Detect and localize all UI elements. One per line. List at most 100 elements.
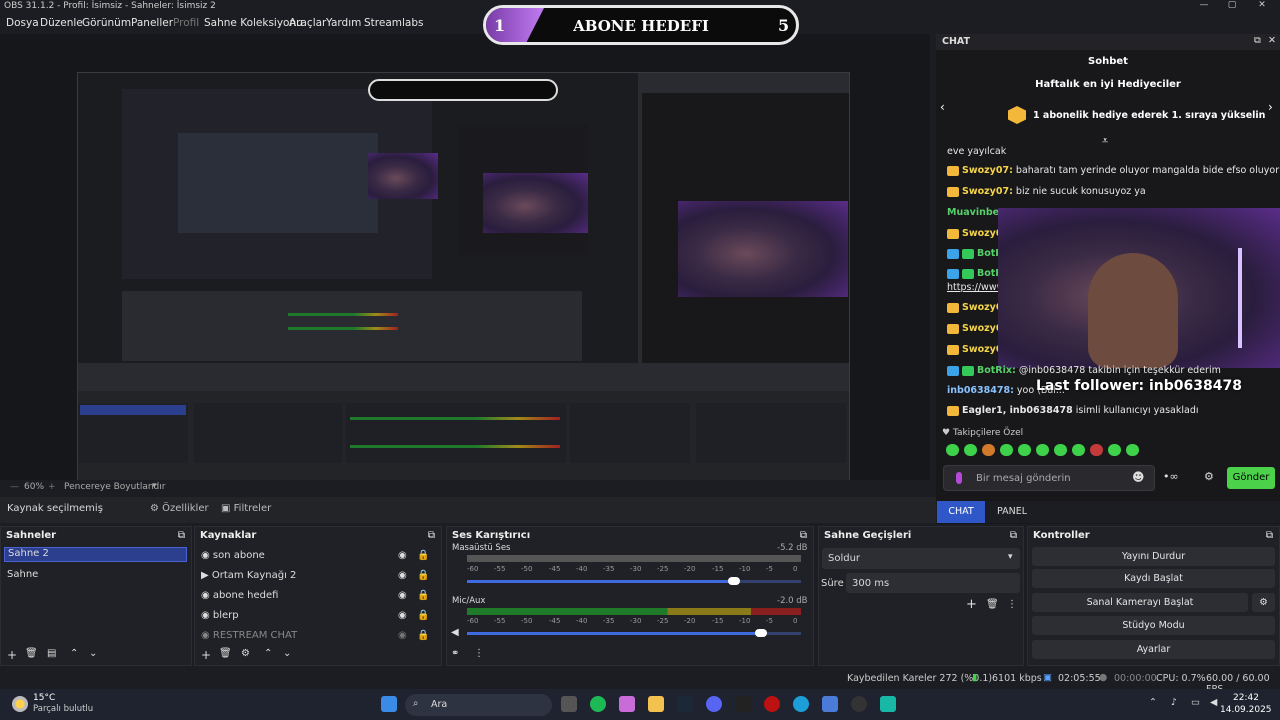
- opera-icon[interactable]: [764, 696, 780, 712]
- down-arrow-icon[interactable]: ⌄: [283, 648, 291, 659]
- lock-icon[interactable]: 🔒: [417, 570, 429, 581]
- stop-stream-button[interactable]: Yayını Durdur: [1032, 547, 1275, 566]
- menu-docks[interactable]: Paneller: [131, 17, 173, 29]
- lock-icon[interactable]: 🔒: [417, 610, 429, 621]
- app-icon[interactable]: [880, 696, 896, 712]
- eye-icon[interactable]: ◉: [398, 610, 407, 621]
- studio-mode-button[interactable]: Stüdyo Modu: [1032, 616, 1275, 635]
- eye-icon[interactable]: ◉: [398, 590, 407, 601]
- scene-item-sahne[interactable]: Sahne: [7, 569, 38, 580]
- link-icon[interactable]: ⚭: [451, 648, 459, 659]
- down-arrow-icon[interactable]: ⌄: [89, 648, 97, 659]
- eye-icon[interactable]: ◉: [398, 550, 407, 561]
- undock-icon[interactable]: ⧉: [178, 530, 185, 541]
- mic-icon[interactable]: ♪: [1171, 697, 1177, 708]
- points-icon[interactable]: •∞: [1163, 470, 1179, 483]
- tab-panel[interactable]: PANEL: [990, 501, 1034, 523]
- up-arrow-icon[interactable]: ⌃: [264, 648, 272, 659]
- discord-icon[interactable]: [706, 696, 722, 712]
- gear-icon[interactable]: ⚙: [1252, 593, 1275, 612]
- app-icon[interactable]: [735, 696, 751, 712]
- start-virtual-camera-button[interactable]: Sanal Kamerayı Başlat: [1032, 593, 1248, 612]
- emote-icon[interactable]: [964, 444, 977, 456]
- network-icon[interactable]: ▭: [1191, 697, 1200, 708]
- lock-icon[interactable]: 🔒: [417, 550, 429, 561]
- windows-start-icon[interactable]: [381, 696, 397, 712]
- emote-icon[interactable]: [1072, 444, 1085, 456]
- preview-canvas[interactable]: [0, 34, 930, 480]
- undock-icon[interactable]: ⧉: [428, 530, 435, 541]
- filter-icon[interactable]: ▤: [47, 648, 56, 659]
- menu-edit[interactable]: Düzenle: [40, 17, 83, 29]
- emote-icon[interactable]: [1090, 444, 1103, 456]
- menu-streamlabs[interactable]: Streamlabs: [364, 17, 423, 29]
- edge-icon[interactable]: [793, 696, 809, 712]
- menu-file[interactable]: Dosya: [6, 17, 39, 29]
- menu-help[interactable]: Yardım: [326, 17, 361, 29]
- fit-window-label[interactable]: Pencereye Boyutlandır: [64, 482, 165, 492]
- add-icon[interactable]: +: [201, 648, 211, 662]
- source-item[interactable]: ◉ RESTREAM CHAT: [201, 630, 297, 641]
- source-item[interactable]: ◉ son abone: [201, 550, 265, 561]
- undock-icon[interactable]: ⧉: [1266, 530, 1273, 541]
- zoom-minus-icon[interactable]: —: [10, 482, 19, 492]
- taskbar-search[interactable]: ⌕ Ara: [405, 694, 552, 716]
- lock-icon[interactable]: 🔒: [417, 590, 429, 601]
- close-button[interactable]: ✕: [1248, 0, 1276, 14]
- trash-icon[interactable]: 🗑: [219, 648, 232, 659]
- steam-icon[interactable]: [677, 696, 693, 712]
- menu-view[interactable]: Görünüm: [82, 17, 131, 29]
- eye-hidden-icon[interactable]: ◉: [398, 630, 407, 641]
- copilot-icon[interactable]: [619, 696, 635, 712]
- emote-icon[interactable]: [1000, 444, 1013, 456]
- menu-profile[interactable]: Profil: [173, 17, 199, 29]
- tab-chat[interactable]: CHAT: [937, 501, 985, 523]
- menu-dots-icon[interactable]: ⋮: [474, 648, 484, 659]
- chat-link[interactable]: https://www: [947, 282, 1004, 293]
- properties-button[interactable]: ⚙ Özellikler: [150, 503, 209, 514]
- maximize-button[interactable]: ▢: [1218, 0, 1246, 14]
- float-icon[interactable]: ⧉: [1254, 35, 1261, 46]
- collapse-icon[interactable]: ⩡: [1102, 134, 1108, 148]
- gear-icon[interactable]: ⚙: [241, 648, 250, 659]
- emote-icon[interactable]: [946, 444, 959, 456]
- app-icon[interactable]: [822, 696, 838, 712]
- emote-icon[interactable]: [1054, 444, 1067, 456]
- emote-icon[interactable]: [1108, 444, 1121, 456]
- eye-icon[interactable]: ◉: [398, 570, 407, 581]
- task-view-icon[interactable]: [561, 696, 577, 712]
- chevron-left-icon[interactable]: ‹: [940, 100, 945, 114]
- gear-icon[interactable]: ⚙: [1204, 470, 1214, 483]
- volume-icon[interactable]: ◀: [1210, 697, 1217, 708]
- volume-slider[interactable]: [728, 577, 740, 585]
- zoom-plus-icon[interactable]: +: [48, 482, 56, 492]
- spotify-icon[interactable]: [590, 696, 606, 712]
- menu-dots-icon[interactable]: ⋮: [1007, 599, 1017, 610]
- chevron-down-icon[interactable]: ▾: [152, 481, 157, 491]
- emote-icon[interactable]: [1036, 444, 1049, 456]
- menu-scene-collection[interactable]: Sahne Koleksiyonu: [204, 17, 303, 29]
- emote-icon[interactable]: [1126, 444, 1139, 456]
- menu-tools[interactable]: Araçlar: [289, 17, 326, 29]
- obs-icon[interactable]: [851, 696, 867, 712]
- trash-icon[interactable]: 🗑: [986, 599, 999, 610]
- up-arrow-icon[interactable]: ⌃: [70, 648, 78, 659]
- speaker-icon[interactable]: ◀: [451, 627, 459, 638]
- add-icon[interactable]: +: [966, 597, 977, 612]
- volume-slider[interactable]: [755, 629, 767, 637]
- weather-icon[interactable]: [12, 696, 28, 712]
- source-item[interactable]: ◉ blerp: [201, 610, 239, 621]
- filters-button[interactable]: ▣ Filtreler: [221, 503, 271, 514]
- scene-item-sahne-2[interactable]: Sahne 2: [4, 547, 187, 562]
- start-recording-button[interactable]: Kaydı Başlat: [1032, 569, 1275, 588]
- send-button[interactable]: Gönder: [1227, 467, 1275, 489]
- chevron-right-icon[interactable]: ›: [1268, 100, 1273, 114]
- tray-chevron-icon[interactable]: ⌃: [1149, 697, 1157, 708]
- chat-message-input[interactable]: Bir mesaj gönderin ☻: [943, 465, 1155, 491]
- duration-spinbox[interactable]: 300 ms: [846, 573, 1020, 593]
- add-icon[interactable]: +: [7, 648, 17, 662]
- lock-icon[interactable]: 🔒: [417, 630, 429, 641]
- file-explorer-icon[interactable]: [648, 696, 664, 712]
- source-item[interactable]: ◉ abone hedefi: [201, 590, 278, 601]
- close-icon[interactable]: ✕: [1268, 35, 1276, 46]
